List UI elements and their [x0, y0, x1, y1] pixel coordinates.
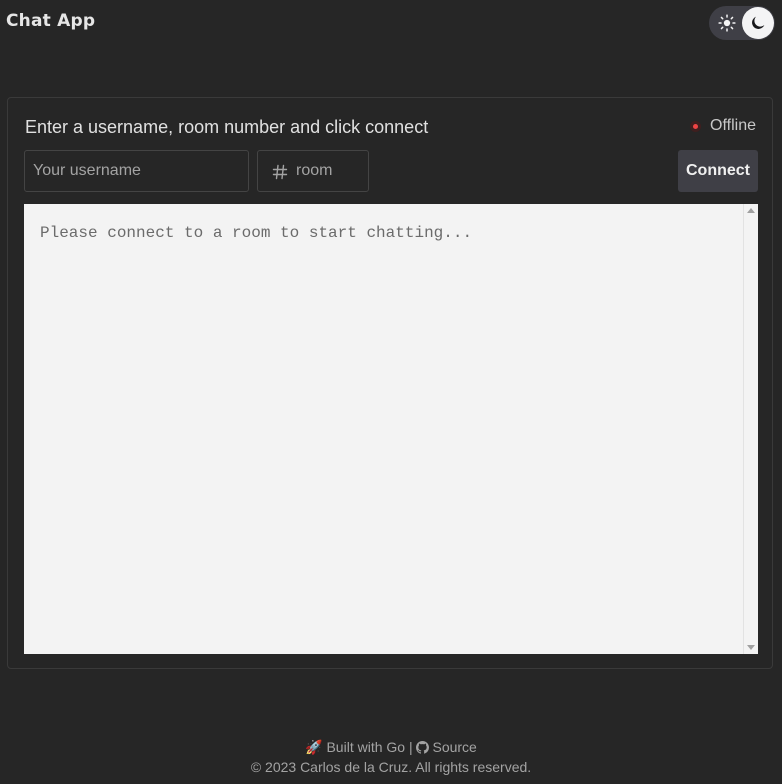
footer-separator: | — [408, 739, 413, 755]
instruction-text: Enter a username, room number and click … — [25, 117, 429, 137]
footer-credits: 🚀 Built with Go | Source — [0, 737, 782, 757]
sun-icon — [718, 14, 736, 32]
connect-button[interactable]: Connect — [678, 150, 758, 192]
top-bar: Chat App — [0, 0, 782, 46]
moon-icon — [752, 16, 765, 29]
hash-icon — [272, 164, 288, 180]
messages-scrollbar[interactable] — [743, 204, 758, 654]
chat-card: Enter a username, room number and click … — [7, 97, 773, 669]
github-icon — [416, 741, 430, 754]
theme-toggle[interactable] — [709, 6, 775, 40]
source-link[interactable]: Source — [416, 739, 477, 755]
app-title: Chat App — [6, 11, 96, 31]
messages-area[interactable]: Please connect to a room to start chatti… — [24, 204, 758, 654]
room-field[interactable] — [257, 150, 369, 192]
room-input[interactable] — [296, 151, 366, 191]
scroll-up-arrow-icon[interactable] — [747, 208, 755, 213]
scroll-down-arrow-icon[interactable] — [747, 645, 755, 650]
status-dot-icon — [690, 120, 702, 132]
source-link-label: Source — [432, 739, 477, 755]
toggle-knob[interactable] — [742, 7, 774, 39]
messages-placeholder: Please connect to a room to start chatti… — [40, 224, 473, 242]
footer: 🚀 Built with Go | Source © 2023 Carlos d… — [0, 737, 782, 777]
copyright-text: © 2023 Carlos de la Cruz. All rights res… — [250, 759, 532, 775]
status-label: Offline — [710, 117, 756, 134]
connection-status: Offline — [690, 117, 756, 135]
rocket-icon: 🚀 — [305, 739, 323, 755]
username-input[interactable] — [24, 150, 249, 192]
built-with-text: Built with Go — [326, 739, 406, 755]
